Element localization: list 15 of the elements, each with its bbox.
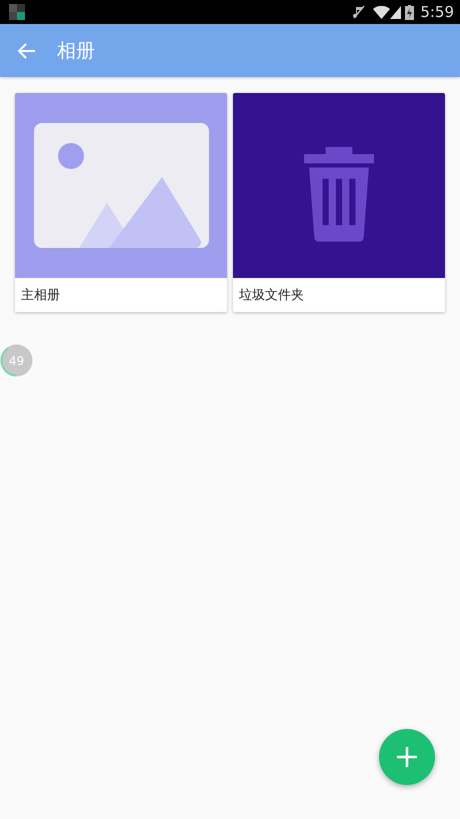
add-button[interactable] bbox=[379, 729, 435, 785]
back-button[interactable] bbox=[17, 40, 37, 60]
notification-icon bbox=[9, 4, 25, 20]
status-time: 5:59 bbox=[420, 3, 454, 21]
album-card[interactable]: 垃圾文件夹 bbox=[233, 93, 445, 312]
wifi-icon bbox=[373, 6, 390, 18]
toolbar-title: 相册 bbox=[57, 38, 95, 64]
album-name: 垃圾文件夹 bbox=[238, 287, 305, 305]
plus-icon bbox=[395, 745, 419, 769]
battery-icon bbox=[405, 4, 414, 20]
back-arrow-icon bbox=[17, 40, 37, 60]
signal-icon bbox=[390, 6, 402, 18]
album-name: 主相册 bbox=[20, 287, 61, 305]
album-card[interactable]: 主相册 bbox=[15, 93, 227, 312]
mute-icon bbox=[353, 5, 366, 19]
